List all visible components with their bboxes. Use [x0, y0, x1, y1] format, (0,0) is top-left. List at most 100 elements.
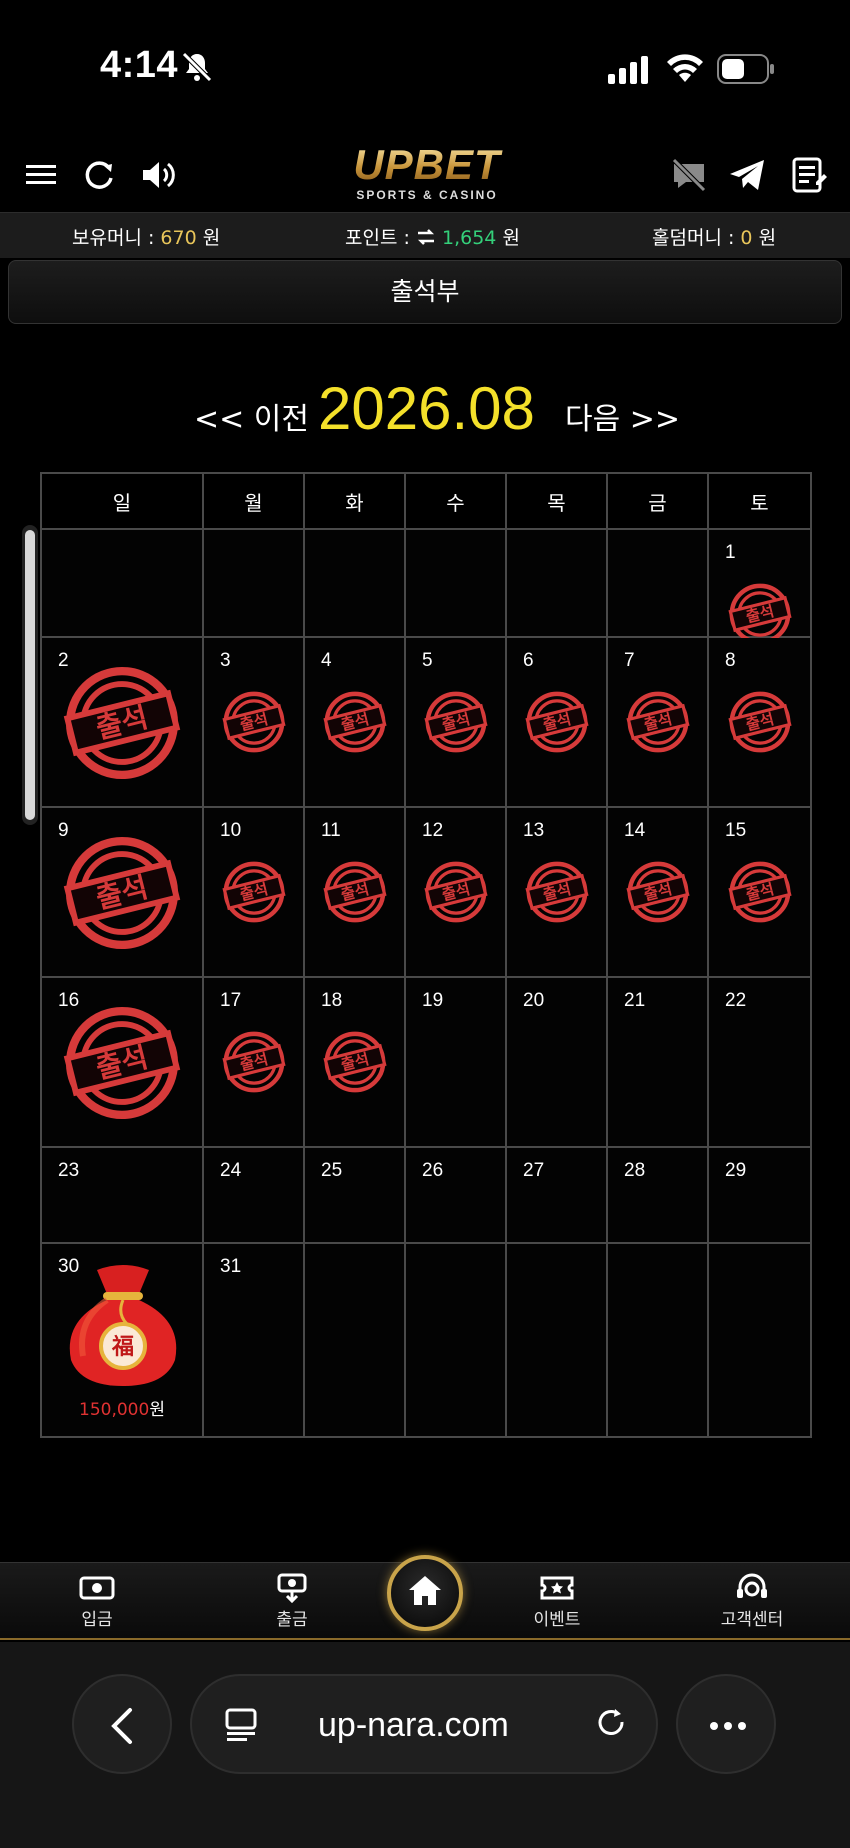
attendance-stamp: 출석 — [221, 690, 286, 758]
calendar-day-cell: 27 — [505, 1146, 608, 1244]
calendar-day-cell: 10 출석 — [202, 806, 305, 978]
prev-month-button[interactable]: << 이전 — [194, 394, 309, 438]
notice-board-icon[interactable] — [788, 154, 830, 196]
weekday-header-row: 일월화수목금토 — [40, 472, 812, 530]
hamburger-menu-icon[interactable] — [20, 154, 62, 196]
money-unit: 원 — [202, 227, 221, 249]
home-icon — [409, 1576, 441, 1605]
svg-text:福: 福 — [111, 1334, 134, 1360]
day-number: 22 — [725, 990, 747, 1011]
attendance-stamp: 출석 — [625, 860, 690, 928]
calendar-day-cell: 2 출석 — [40, 636, 204, 808]
telegram-icon[interactable] — [726, 154, 768, 196]
lucky-pouch-icon: 福 — [69, 1265, 177, 1386]
money-label: 보유머니 : — [72, 227, 155, 249]
event-ticket-icon — [540, 1576, 574, 1600]
attendance-stamp: 출석 — [63, 834, 181, 956]
day-number: 13 — [523, 820, 545, 841]
deposit-icon — [79, 1576, 115, 1600]
attendance-stamp-icon: 출석 — [727, 691, 792, 753]
calendar-day-cell: 31 — [202, 1242, 305, 1438]
day-number: 24 — [220, 1160, 242, 1181]
calendar-day-cell: 18 출석 — [303, 976, 406, 1148]
calendar-empty-cell — [606, 528, 709, 638]
calendar-day-cell: 25 — [303, 1146, 406, 1244]
attendance-stamp: 출석 — [524, 860, 589, 928]
attendance-stamp-icon: 출석 — [524, 861, 589, 923]
browser-more-button[interactable] — [676, 1674, 776, 1774]
upbet-logo[interactable]: UPBET SPORTS & CASINO — [337, 144, 517, 203]
day-number: 12 — [422, 820, 444, 841]
attendance-stamp: 출석 — [727, 860, 792, 928]
support-icon — [737, 1573, 767, 1598]
exchange-arrows-icon[interactable] — [416, 229, 436, 245]
attendance-stamp: 출석 — [322, 690, 387, 758]
attendance-stamp-icon: 출석 — [63, 836, 181, 950]
calendar-day-cell: 20 — [505, 976, 608, 1148]
reward-unit: 원 — [149, 1400, 165, 1420]
attendance-stamp: 출석 — [63, 664, 181, 786]
attendance-stamp-icon: 출석 — [322, 1031, 387, 1093]
attendance-stamp-icon: 출석 — [221, 691, 286, 753]
reload-icon[interactable] — [592, 1704, 632, 1744]
point-balance[interactable]: 포인트 : 1,654 원 — [345, 223, 520, 250]
attendance-stamp-icon: 출석 — [221, 861, 286, 923]
volume-icon[interactable] — [138, 154, 180, 196]
attendance-stamp: 출석 — [221, 860, 286, 928]
home-button[interactable] — [387, 1555, 463, 1631]
tab-deposit-label: 입금 — [81, 1610, 113, 1630]
day-number: 20 — [523, 990, 545, 1011]
logo-brand: UPBET — [337, 144, 517, 186]
day-number: 18 — [321, 990, 343, 1011]
calendar-day-cell: 30 福 150,000원 — [40, 1242, 204, 1438]
status-time: 4:14 — [100, 44, 179, 86]
calendar-day-cell: 21 — [606, 976, 709, 1148]
attendance-stamp-icon: 출석 — [322, 861, 387, 923]
calendar-empty-cell — [505, 1242, 608, 1438]
day-number: 15 — [725, 820, 747, 841]
day-number: 19 — [422, 990, 444, 1011]
browser-toolbar: up-nara.com — [0, 1642, 850, 1848]
tab-withdraw-label: 출금 — [276, 1610, 308, 1630]
chat-off-icon[interactable] — [668, 154, 710, 196]
calendar-week-row: 2 출석 3 출석 4 출석 5 출석 6 출석 7 출석 8 출석 — [40, 636, 812, 808]
holdem-unit: 원 — [758, 227, 777, 249]
day-number: 7 — [624, 650, 635, 671]
day-number: 10 — [220, 820, 242, 841]
attendance-stamp: 출석 — [727, 690, 792, 758]
weekday-header: 화 — [303, 472, 406, 530]
url-text[interactable]: up-nara.com — [318, 1706, 509, 1745]
calendar-week-row: 30 福 150,000원 31 — [40, 1242, 812, 1438]
calendar-day-cell: 11 출석 — [303, 806, 406, 978]
attendance-stamp-icon: 출석 — [727, 861, 792, 923]
calendar-empty-cell — [404, 528, 507, 638]
tab-deposit[interactable]: 입금 — [37, 1573, 157, 1630]
calendar-day-cell: 5 출석 — [404, 636, 507, 808]
next-month-button[interactable]: 다음 >> — [565, 394, 680, 438]
weekday-header: 목 — [505, 472, 608, 530]
tab-withdraw[interactable]: 출금 — [232, 1573, 352, 1630]
weekday-header: 토 — [707, 472, 812, 530]
tab-overview-icon[interactable] — [222, 1704, 262, 1744]
current-month: 2026.08 — [318, 375, 535, 442]
calendar-empty-cell — [707, 1242, 812, 1438]
money-value: 670 — [160, 227, 197, 249]
logo-subtitle: SPORTS & CASINO — [356, 188, 498, 202]
calendar-week-row: 1 출석 — [40, 528, 812, 645]
calendar-empty-cell — [404, 1242, 507, 1438]
point-value: 1,654 — [441, 227, 497, 249]
calendar-day-cell: 24 — [202, 1146, 305, 1244]
tab-support[interactable]: 고객센터 — [692, 1573, 812, 1630]
calendar-day-cell: 3 출석 — [202, 636, 305, 808]
calendar-empty-cell — [303, 1242, 406, 1438]
attendance-stamp-icon: 출석 — [221, 1031, 286, 1093]
calendar-day-cell: 6 출석 — [505, 636, 608, 808]
day-number: 27 — [523, 1160, 545, 1181]
scrollbar-thumb[interactable] — [25, 530, 35, 820]
calendar-day-cell: 15 출석 — [707, 806, 812, 978]
browser-back-button[interactable] — [72, 1674, 172, 1774]
tab-event[interactable]: 이벤트 — [497, 1573, 617, 1630]
calendar-empty-cell — [505, 528, 608, 638]
refresh-icon[interactable] — [78, 154, 120, 196]
attendance-stamp-icon: 출석 — [322, 691, 387, 753]
